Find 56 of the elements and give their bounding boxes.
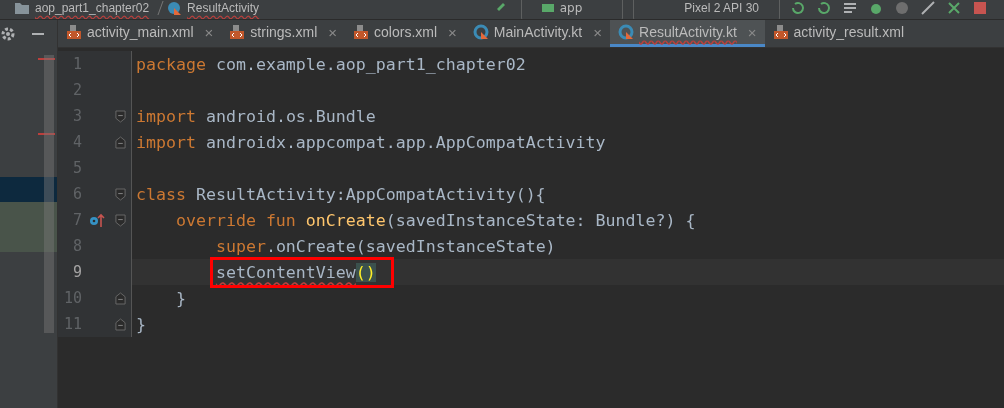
- code-token: override fun: [175, 210, 296, 230]
- error-stripe-mark: [38, 58, 55, 60]
- editor-tab[interactable]: MainActivity.kt ×: [464, 20, 610, 47]
- xml-file-icon: [772, 24, 789, 40]
- code-token: import: [136, 132, 196, 152]
- code-token: setContentView: [215, 262, 356, 282]
- code-token: ResultActivity:AppCompatActivity(){: [195, 184, 546, 204]
- code-token: (): [355, 262, 376, 282]
- breadcrumb-item[interactable]: aop_part1_chapter02: [35, 1, 150, 15]
- code-token: (savedInstanceState: Bundle?) {: [385, 210, 696, 230]
- xml-file-icon: [66, 24, 82, 40]
- fold-icon[interactable]: [114, 109, 126, 123]
- line-number: 9: [71, 263, 82, 281]
- code-token: onCreate: [305, 210, 386, 230]
- folder-icon: [14, 0, 30, 16]
- code-token: androidx.appcompat.app.AppCompatActivity: [205, 132, 606, 152]
- kotlin-file-icon: [166, 0, 183, 16]
- fold-icon[interactable]: [114, 213, 126, 227]
- editor-tab[interactable]: colors.xml ×: [345, 20, 465, 47]
- kotlin-file-icon: [618, 24, 634, 40]
- settings-icon[interactable]: [0, 26, 16, 42]
- scrollbar[interactable]: [44, 55, 54, 333]
- editor-tab[interactable]: ResultActivity.kt ×: [610, 20, 765, 47]
- code-token: android.os.Bundle: [205, 106, 376, 126]
- stop-icon[interactable]: [972, 0, 988, 16]
- code-token: class: [136, 184, 186, 204]
- xml-file-icon: [229, 24, 246, 40]
- code-token: }: [175, 288, 186, 308]
- code-token: super: [215, 236, 266, 256]
- refresh-icon[interactable]: [790, 0, 806, 16]
- code-token: import: [136, 106, 196, 126]
- editor-tab[interactable]: activity_result.xml: [764, 20, 912, 47]
- editor-tab[interactable]: strings.xml ×: [221, 20, 346, 47]
- breadcrumb-item[interactable]: ResultActivity: [187, 1, 260, 15]
- code-token: .onCreate(savedInstanceState): [265, 236, 556, 256]
- unfold-icon[interactable]: [114, 317, 126, 331]
- selected-tree-row: [0, 177, 57, 202]
- unfold-icon[interactable]: [114, 135, 126, 149]
- close-tab-icon[interactable]: ×: [448, 23, 457, 41]
- xml-file-icon: [353, 24, 370, 40]
- kotlin-file-icon: [472, 24, 489, 40]
- lines-icon[interactable]: [842, 0, 858, 16]
- code-token: com.example.aop_part1_chapter02: [215, 54, 526, 74]
- code-token: }: [136, 314, 146, 334]
- run-config-dropdown[interactable]: app: [520, 0, 624, 19]
- unfold-icon[interactable]: [114, 291, 126, 305]
- editor-tab[interactable]: activity_main.xml ×: [58, 20, 222, 47]
- fold-icon[interactable]: [114, 187, 126, 201]
- close-tab-icon[interactable]: ×: [328, 23, 338, 41]
- override-marker-icon[interactable]: [89, 212, 105, 228]
- close-tab-icon[interactable]: ×: [204, 23, 214, 41]
- error-stripe-mark: [38, 133, 55, 135]
- device-dropdown[interactable]: Pixel 2 API 30: [633, 0, 780, 19]
- code-token: package: [136, 54, 206, 74]
- apply-changes-icon[interactable]: [816, 0, 832, 16]
- close-tab-icon[interactable]: ×: [593, 23, 602, 41]
